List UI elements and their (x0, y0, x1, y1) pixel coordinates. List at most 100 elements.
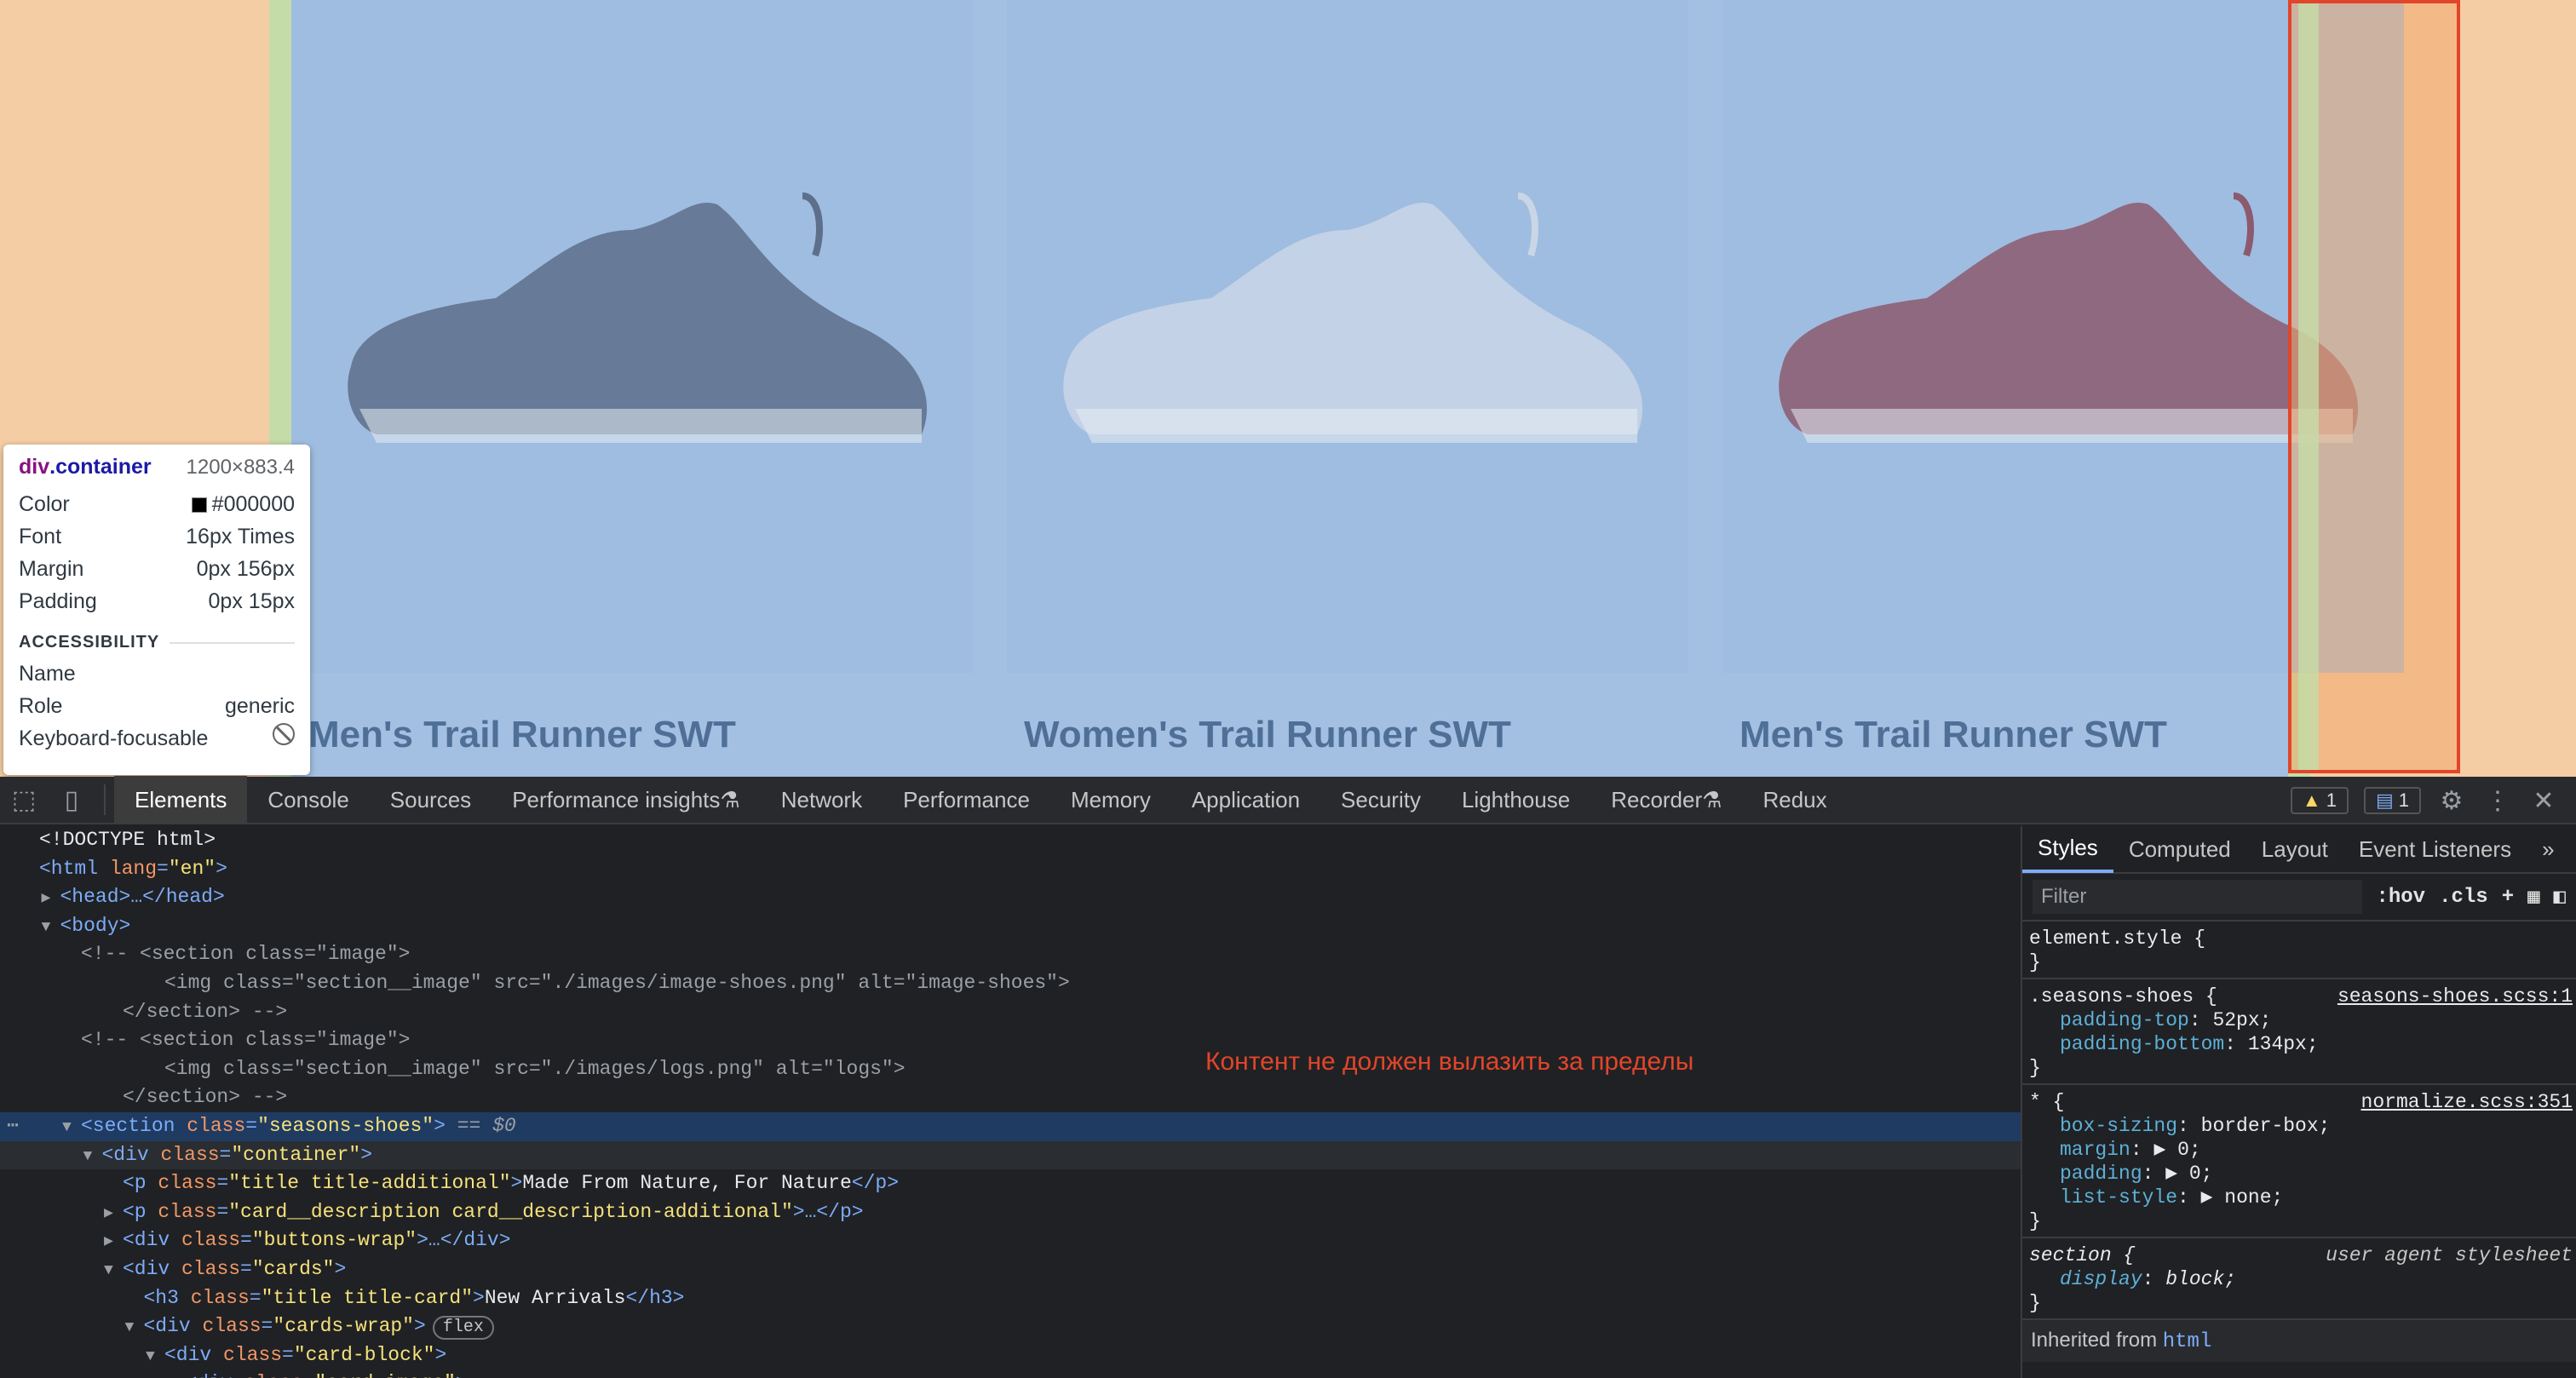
card-title: Women's Trail Runner SWT (1024, 714, 1511, 755)
dom-node-line[interactable]: <img class="section__image" src="./image… (0, 1055, 2021, 1084)
property-value: ▶ 0; (2153, 1139, 2201, 1161)
property-name: box-sizing (2060, 1115, 2178, 1137)
dom-node-line[interactable]: ▼ <div class="cards-wrap"> flex (0, 1312, 2021, 1341)
css-declaration[interactable]: margin: ▶ 0; (2029, 1138, 2569, 1162)
styles-tab-styles[interactable]: Styles (2022, 826, 2113, 873)
screen: Men's Trail Runner SWT Women's Trail Runn… (0, 0, 2576, 1378)
css-declaration[interactable]: padding-top: 52px; (2029, 1008, 2569, 1032)
dom-node-line[interactable]: ▶ <p class="card__description card__descr… (0, 1198, 2021, 1227)
tooltip-row-padding: Padding 0px 15px (19, 585, 295, 617)
card-title: Men's Trail Runner SWT (1739, 714, 2167, 755)
rule-close-brace: } (2029, 951, 2041, 973)
dom-node-line[interactable]: <!DOCTYPE html> (0, 826, 2021, 855)
tooltip-row-value: 0px 15px (208, 589, 295, 613)
dom-node-line[interactable]: </section> --> (0, 998, 2021, 1027)
hov-toggle[interactable]: :hov (2376, 886, 2425, 909)
css-declaration[interactable]: box-sizing: border-box; (2029, 1114, 2569, 1138)
message-icon: ▤ (2375, 789, 2394, 811)
css-declaration[interactable]: padding: ▶ 0; (2029, 1162, 2569, 1186)
dom-node-line[interactable]: <img class="section__image" src="./image… (0, 969, 2021, 998)
dom-node-line[interactable]: <h3 class="title title-card">New Arrival… (0, 1284, 2021, 1313)
node-actions-icon[interactable]: ⋯ (7, 1112, 19, 1141)
dom-node-line[interactable]: <html lang="en"> (0, 855, 2021, 884)
property-name: display (2060, 1268, 2142, 1290)
tooltip-a11y-keyboard-focusable: Keyboard-focusable (19, 722, 295, 755)
rule-close-brace: } (2029, 1057, 2041, 1079)
styles-tab-event-listeners[interactable]: Event Listeners (2343, 826, 2527, 873)
warning-icon: ▲ (2302, 789, 2321, 811)
dom-node-line[interactable]: ▶ <head>…</head> (0, 883, 2021, 912)
dom-node-line[interactable]: <p class="title title-additional">Made F… (0, 1169, 2021, 1198)
inspect-element-icon[interactable]: ⬚ (0, 776, 48, 824)
styles-tab-computed[interactable]: Computed (2113, 826, 2246, 873)
tooltip-row-label: Font (19, 525, 62, 548)
dom-node-line[interactable]: ▼ <div class="cards"> (0, 1255, 2021, 1284)
tooltip-row-value: 0px 156px (196, 557, 295, 581)
experiment-flask-icon: ⚗ (1702, 786, 1722, 812)
tab-performance[interactable]: Performance (883, 776, 1050, 824)
tooltip-row-label: Margin (19, 557, 84, 581)
more-tabs-icon[interactable]: » (2527, 826, 2569, 873)
dom-node-line[interactable]: ▼ <div class="card-block"> (0, 1341, 2021, 1370)
rule-selector: element.style { (2029, 927, 2206, 950)
tooltip-row-value: 16px Times (186, 525, 295, 548)
property-value: border-box; (2200, 1115, 2331, 1137)
tab-console[interactable]: Console (247, 776, 369, 824)
tab-lighthouse[interactable]: Lighthouse (1441, 776, 1590, 824)
devtools-panel: ⬚ ▯ Elements Console Sources Performance in… (0, 776, 2576, 1378)
devtools-tabbar: ⬚ ▯ Elements Console Sources Performance in… (0, 776, 2576, 824)
property-name: padding-top (2060, 1009, 2189, 1031)
styles-filter-bar: Filter :hov .cls + ▦ ◧ (2022, 874, 2576, 922)
tab-performance-insights[interactable]: Performance insights ⚗ (492, 776, 761, 824)
tab-elements[interactable]: Elements (114, 776, 248, 824)
tab-security[interactable]: Security (1320, 776, 1441, 824)
css-declaration[interactable]: list-style: ▶ none; (2029, 1186, 2569, 1209)
more-options-icon[interactable]: ⋮ (2482, 786, 2513, 816)
css-declaration[interactable]: padding-bottom: 134px; (2029, 1032, 2569, 1056)
dom-node-line[interactable]: <!-- <section class="image"> (0, 1026, 2021, 1055)
tab-application[interactable]: Application (1171, 776, 1320, 824)
tab-redux[interactable]: Redux (1742, 776, 1847, 824)
tab-sources[interactable]: Sources (370, 776, 492, 824)
styles-filter-input[interactable]: Filter (2033, 880, 2363, 914)
tooltip-row-label: Keyboard-focusable (19, 726, 209, 750)
device-toolbar-icon[interactable]: ▯ (48, 776, 95, 824)
messages-badge[interactable]: ▤ 1 (2363, 787, 2421, 814)
tab-network[interactable]: Network (761, 776, 883, 824)
dom-node-line[interactable]: </section> --> (0, 1083, 2021, 1112)
cls-toggle[interactable]: .cls (2439, 886, 2488, 909)
warnings-badge[interactable]: ▲ 1 (2290, 787, 2349, 814)
tooltip-row-label: Name (19, 662, 76, 686)
dom-node-line[interactable]: ▼ <body> (0, 912, 2021, 941)
dom-node-line[interactable]: ▼ <div class="container"> (0, 1140, 2021, 1170)
page-viewport: Men's Trail Runner SWT Women's Trail Runn… (0, 0, 2576, 777)
tooltip-element-tag: div.container (19, 455, 152, 479)
tab-recorder[interactable]: Recorder ⚗ (1590, 776, 1742, 824)
styles-tab-layout[interactable]: Layout (2246, 826, 2343, 873)
dom-node-line[interactable]: <!-- <section class="image"> (0, 940, 2021, 969)
paint-icon[interactable]: ▦ (2527, 884, 2539, 910)
rule-source-link[interactable]: seasons-shoes.scss:1 (2337, 985, 2573, 1008)
property-name: padding-bottom (2060, 1033, 2225, 1055)
dom-node-line[interactable]: ⋯ ▼ <section class="seasons-shoes"> == $0 (0, 1111, 2021, 1141)
elements-tree: <!DOCTYPE html> <html lang="en"> ▶ <head>…<… (0, 826, 2021, 1378)
css-rule: * {normalize.scss:351 box-sizing: border-… (2022, 1085, 2576, 1238)
dom-node-line[interactable]: ▶ <div class="buttons-wrap">…</div> (0, 1226, 2021, 1255)
rule-source-link[interactable]: normalize.scss:351 (2361, 1090, 2573, 1114)
tab-memory[interactable]: Memory (1050, 776, 1171, 824)
rule-close-brace: } (2029, 1292, 2041, 1314)
property-value: ▶ 0; (2165, 1163, 2213, 1185)
styles-tabbar: Styles Computed Layout Event Listeners» (2022, 826, 2576, 874)
card-image (291, 0, 973, 673)
sidebar-toggle-icon[interactable]: ◧ (2554, 884, 2566, 910)
css-rule: .seasons-shoes {seasons-shoes.scss:1 padd… (2022, 979, 2576, 1085)
styles-pane: Styles Computed Layout Event Listeners» Fil… (2021, 826, 2576, 1378)
add-rule-icon[interactable]: + (2502, 886, 2514, 909)
flex-badge[interactable]: flex (432, 1316, 494, 1341)
inherited-from-row: Inherited from html (2022, 1320, 2576, 1362)
dom-node-line[interactable]: ▼<div class="card-image"> (0, 1369, 2021, 1378)
css-declaration[interactable]: display: block; (2029, 1267, 2569, 1291)
property-value: 52px; (2212, 1009, 2272, 1031)
settings-gear-icon[interactable]: ⚙ (2436, 786, 2467, 816)
close-devtools-icon[interactable]: ✕ (2528, 786, 2559, 816)
